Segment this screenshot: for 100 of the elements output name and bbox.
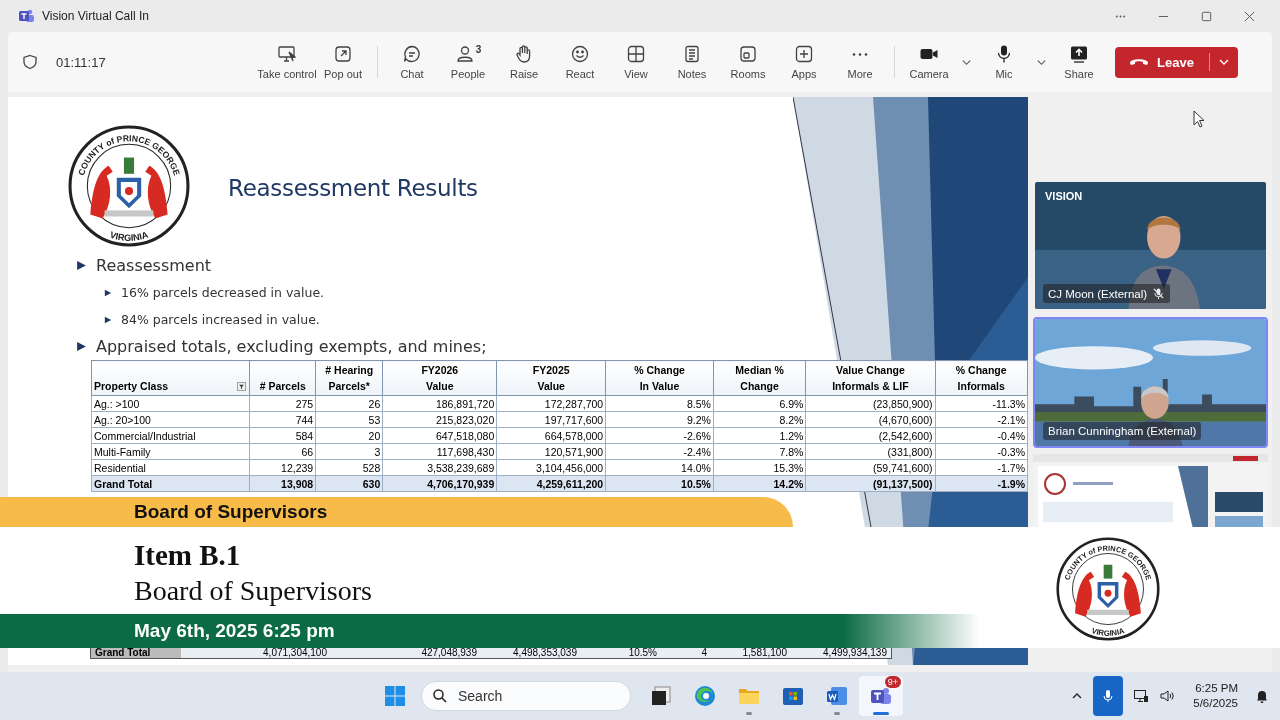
plus-icon — [794, 44, 814, 64]
brand-label: VISION — [1045, 190, 1083, 202]
table-cell: 744 — [249, 411, 316, 428]
table-cell: 664,578,000 — [496, 427, 606, 444]
table-cell: 20 — [315, 427, 383, 444]
table-cell: 12,239 — [249, 459, 316, 476]
item-title: Item B.1 — [134, 538, 241, 573]
toolbar-button[interactable]: Camera — [901, 36, 957, 88]
toolbar-button[interactable]: Rooms — [720, 36, 776, 88]
table-cell: -0.4% — [935, 427, 1028, 444]
table-cell: 3,104,456,000 — [496, 459, 606, 476]
grid-icon — [626, 44, 646, 64]
toolbar-button[interactable]: Take control — [259, 36, 315, 88]
toolbar-button[interactable]: More — [832, 36, 888, 88]
table-cell-text: 4,071,304,100 — [262, 647, 328, 658]
column-header: # Parcels — [249, 360, 316, 396]
table-cell: 3,538,239,689 — [382, 459, 497, 476]
column-header: FY2026 Value — [382, 360, 497, 396]
taskbar-app[interactable]: 9+ — [859, 676, 903, 716]
chat-icon — [402, 44, 422, 64]
volume-icon[interactable] — [1159, 688, 1176, 704]
table-cell: 215,823,020 — [382, 411, 497, 428]
search-icon — [432, 688, 448, 704]
table-cell-text: 4 — [700, 647, 708, 658]
close-icon[interactable] — [1243, 9, 1256, 23]
participant-name: Brian Cunningham (External) — [1048, 425, 1197, 437]
video-tile[interactable]: VISION CJ Moon (External) — [1033, 180, 1268, 311]
toolbar-button[interactable]: Notes — [664, 36, 720, 88]
table-cell: (59,741,600) — [805, 459, 935, 476]
phone-icon — [1129, 56, 1149, 68]
browser-icon — [693, 684, 717, 708]
table-cell-text: 4,499,934,139 — [822, 647, 888, 658]
table-cell: Ag.: 20>100 — [91, 411, 250, 428]
table-cell-text: 10.5% — [627, 647, 658, 658]
toolbar-button[interactable]: React — [552, 36, 608, 88]
table-cell: 528 — [315, 459, 383, 476]
table-cell: -2.1% — [935, 411, 1028, 428]
table-cell-text: 4,498,353,039 — [512, 647, 578, 658]
table-cell: 117,698,430 — [382, 443, 497, 460]
toolbar-button[interactable]: Chat — [384, 36, 440, 88]
bell-icon[interactable] — [1254, 688, 1270, 704]
app-logo-icon — [18, 8, 34, 24]
bullet-text: 16% parcels decreased in value. — [121, 285, 325, 300]
clock-time[interactable]: 6:25 PM — [1195, 681, 1238, 696]
bullet-icon — [104, 315, 112, 324]
table-cell: 8.2% — [713, 411, 806, 428]
person-icon — [454, 44, 475, 64]
banner-text: Board of Supervisors — [134, 501, 328, 523]
maximize-icon[interactable] — [1200, 9, 1213, 23]
bullet-text: 84% parcels increased in value. — [121, 312, 320, 327]
table-cell: 9.2% — [605, 411, 714, 428]
table-cell: 53 — [315, 411, 383, 428]
toolbar-button[interactable]: View — [608, 36, 664, 88]
toolbar-button[interactable]: Share — [1051, 36, 1107, 88]
table-cell: 120,571,900 — [496, 443, 606, 460]
table-cell: 15.3% — [713, 459, 806, 476]
start-icon[interactable] — [383, 684, 407, 708]
column-header: Value Change Informals & LIF — [805, 360, 935, 396]
seal-text: VIRGINIA — [108, 229, 150, 243]
slide-title: Reassessment Results — [228, 175, 478, 201]
table-cell: (331,800) — [805, 443, 935, 460]
cursor-icon — [1193, 110, 1205, 128]
table-cell: 584 — [249, 427, 316, 444]
smiley-icon — [570, 44, 590, 64]
table-cell: -11.3% — [935, 395, 1028, 412]
window-title: Vision Virtual Call In — [42, 9, 149, 23]
table-cell: 3 — [315, 443, 383, 460]
table-cell: -2.4% — [605, 443, 714, 460]
table-cell: 1.2% — [713, 427, 806, 444]
filter-icon[interactable] — [237, 382, 247, 391]
network-icon[interactable] — [1133, 688, 1150, 704]
toolbar-button[interactable]: Mic — [976, 36, 1032, 88]
search-field[interactable]: Search — [421, 681, 631, 711]
table-cell: 197,717,600 — [496, 411, 606, 428]
more-icon — [852, 52, 868, 56]
column-header: % Change In Value — [605, 360, 714, 396]
table-cell: 6.9% — [713, 395, 806, 412]
bullet-icon — [76, 341, 87, 352]
clock-date[interactable]: 5/6/2025 — [1193, 696, 1238, 711]
table-cell: 647,518,080 — [382, 427, 497, 444]
table-cell: 8.5% — [605, 395, 714, 412]
bullet-icon — [104, 288, 112, 297]
table-cell-text: 1,581,100 — [741, 647, 788, 658]
table-cell: Residential — [91, 459, 250, 476]
video-tile[interactable]: Brian Cunningham (External) — [1033, 317, 1268, 448]
table-cell: 7.8% — [713, 443, 806, 460]
table-cell: 66 — [249, 443, 316, 460]
table-cell: Commercial/Industrial — [91, 427, 250, 444]
toolbar-button[interactable]: 3 People — [440, 36, 496, 88]
monitor-icon — [277, 44, 297, 64]
table-cell: 14.0% — [605, 459, 714, 476]
leave-button[interactable]: Leave — [1115, 46, 1238, 78]
people-count: 3 — [475, 44, 482, 55]
participant-name: CJ Moon (External) — [1048, 287, 1148, 300]
toolbar-button[interactable]: Raise — [496, 36, 552, 88]
toolbar-button[interactable]: Apps — [776, 36, 832, 88]
toolbar-button[interactable]: Pop out — [315, 36, 371, 88]
microphone-button[interactable] — [1093, 676, 1124, 716]
table-cell: Multi-Family — [91, 443, 250, 460]
column-header: Median % Change — [713, 360, 806, 396]
